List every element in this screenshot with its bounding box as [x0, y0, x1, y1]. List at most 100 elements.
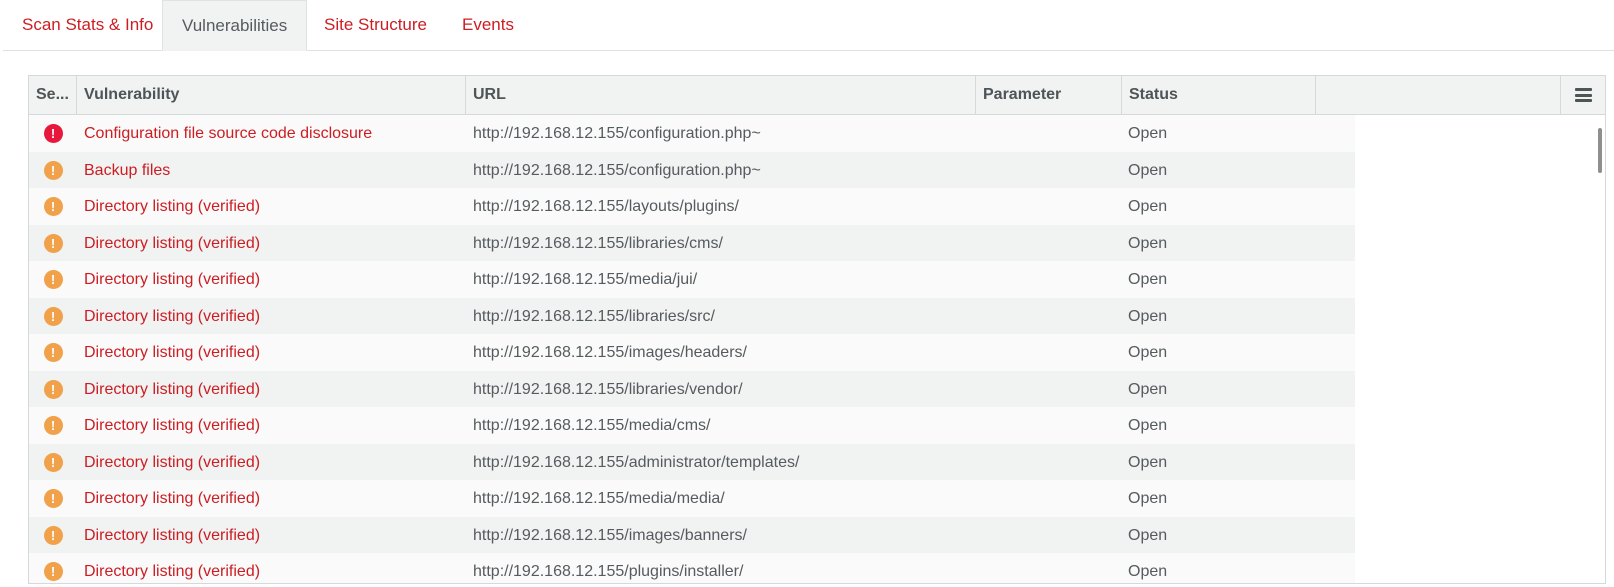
table-row[interactable]: ! Directory listing (verified) http://192.… — [29, 334, 1355, 372]
status-cell: Open — [1128, 417, 1168, 434]
status-cell: Open — [1128, 490, 1168, 507]
column-header-url[interactable]: URL — [466, 76, 976, 114]
severity-medium-icon: ! — [43, 379, 63, 399]
parameter-cell — [983, 480, 1123, 518]
parameter-cell — [983, 188, 1123, 226]
table-row[interactable]: ! Directory listing (verified) http://192.… — [29, 261, 1355, 299]
url-cell: http://192.168.12.155/libraries/vendor/ — [473, 380, 743, 398]
severity-medium-icon: ! — [43, 525, 63, 545]
severity-cell: ! — [29, 407, 77, 445]
vulnerability-link[interactable]: Directory listing (verified) — [84, 480, 464, 518]
parameter-cell — [983, 553, 1123, 583]
severity-cell: ! — [29, 152, 77, 190]
parameter-cell — [983, 334, 1123, 372]
table-row[interactable]: ! Directory listing (verified) http://192.… — [29, 516, 1355, 555]
parameter-cell — [983, 517, 1123, 555]
vulnerability-link[interactable]: Directory listing (verified) — [84, 444, 464, 482]
url-cell: http://192.168.12.155/plugins/installer/ — [473, 563, 744, 580]
column-header-vulnerability[interactable]: Vulnerability — [77, 76, 466, 114]
vulnerability-link[interactable]: Directory listing (verified) — [84, 553, 464, 583]
table-row[interactable]: ! Directory listing (verified) http://192.… — [29, 553, 1355, 583]
vulnerability-link[interactable]: Backup files — [84, 152, 464, 190]
vulnerability-link[interactable]: Directory listing (verified) — [84, 517, 464, 555]
severity-cell: ! — [29, 188, 77, 226]
table-row[interactable]: ! Directory listing (verified) http://192.… — [29, 407, 1355, 445]
tab-site-structure[interactable]: Site Structure — [305, 0, 446, 51]
vulnerability-link[interactable]: Directory listing (verified) — [84, 225, 464, 263]
vulnerability-link[interactable]: Directory listing (verified) — [84, 188, 464, 226]
severity-medium-icon: ! — [43, 160, 63, 180]
vulnerability-link[interactable]: Directory listing (verified) — [84, 298, 464, 336]
status-cell: Open — [1128, 198, 1168, 215]
table-row[interactable]: ! Directory listing (verified) http://192.… — [29, 224, 1355, 263]
severity-cell: ! — [29, 261, 77, 299]
column-header-status[interactable]: Status — [1122, 76, 1316, 114]
parameter-cell — [983, 115, 1123, 153]
status-cell: Open — [1128, 380, 1168, 398]
status-cell: Open — [1128, 526, 1168, 544]
url-cell: http://192.168.12.155/libraries/src/ — [473, 307, 715, 325]
tab-bar: Scan Stats & Info Vulnerabilities Site S… — [3, 0, 1614, 51]
parameter-cell — [983, 152, 1123, 190]
url-cell: http://192.168.12.155/libraries/cms/ — [473, 234, 723, 252]
status-cell: Open — [1128, 271, 1168, 288]
status-cell: Open — [1128, 234, 1168, 252]
url-cell: http://192.168.12.155/administrator/temp… — [473, 453, 800, 471]
tab-events[interactable]: Events — [443, 0, 533, 51]
severity-cell: ! — [29, 115, 77, 153]
parameter-cell — [983, 371, 1123, 409]
parameter-cell — [983, 225, 1123, 263]
parameter-cell — [983, 298, 1123, 336]
severity-medium-icon: ! — [43, 416, 63, 436]
url-cell: http://192.168.12.155/media/jui/ — [473, 271, 698, 288]
table-row[interactable]: ! Directory listing (verified) http://192.… — [29, 480, 1355, 518]
column-header-severity[interactable]: Se... — [29, 76, 77, 114]
vulnerability-link[interactable]: Directory listing (verified) — [84, 371, 464, 409]
tab-vulnerabilities[interactable]: Vulnerabilities — [162, 0, 308, 51]
severity-cell: ! — [29, 298, 77, 336]
table-row[interactable]: ! Backup files http://192.168.12.155/confi… — [29, 151, 1355, 190]
url-cell: http://192.168.12.155/images/headers/ — [473, 344, 747, 361]
url-cell: http://192.168.12.155/configuration.php~ — [473, 125, 761, 142]
table-row[interactable]: ! Directory listing (verified) http://192.… — [29, 188, 1355, 226]
url-cell: http://192.168.12.155/layouts/plugins/ — [473, 198, 739, 215]
vertical-scrollbar[interactable] — [1598, 128, 1602, 173]
vulnerability-link[interactable]: Directory listing (verified) — [84, 334, 464, 372]
status-cell: Open — [1128, 453, 1168, 471]
table-row[interactable]: ! Directory listing (verified) http://192.… — [29, 297, 1355, 336]
severity-medium-icon: ! — [43, 270, 63, 290]
severity-cell: ! — [29, 553, 77, 583]
parameter-cell — [983, 444, 1123, 482]
severity-medium-icon: ! — [43, 306, 63, 326]
status-cell: Open — [1128, 563, 1168, 580]
severity-cell: ! — [29, 225, 77, 263]
severity-cell: ! — [29, 444, 77, 482]
table-row[interactable]: ! Directory listing (verified) http://192.… — [29, 443, 1355, 482]
severity-medium-icon: ! — [43, 233, 63, 253]
url-cell: http://192.168.12.155/media/media/ — [473, 490, 725, 507]
table-header: Se... Vulnerability URL Parameter Status — [29, 76, 1605, 115]
table-body: ! Configuration file source code disclosu… — [29, 115, 1355, 583]
status-cell: Open — [1128, 344, 1168, 361]
column-menu-button[interactable] — [1560, 76, 1605, 114]
vulnerabilities-table: Se... Vulnerability URL Parameter Status… — [28, 75, 1606, 584]
severity-cell: ! — [29, 517, 77, 555]
column-header-parameter[interactable]: Parameter — [976, 76, 1122, 114]
table-row[interactable]: ! Directory listing (verified) http://192.… — [29, 370, 1355, 409]
url-cell: http://192.168.12.155/media/cms/ — [473, 417, 711, 434]
vulnerability-link[interactable]: Directory listing (verified) — [84, 261, 464, 299]
severity-medium-icon: ! — [43, 197, 63, 217]
severity-medium-icon: ! — [43, 452, 63, 472]
severity-cell: ! — [29, 334, 77, 372]
parameter-cell — [983, 407, 1123, 445]
severity-cell: ! — [29, 480, 77, 518]
table-row[interactable]: ! Configuration file source code disclosu… — [29, 115, 1355, 153]
severity-medium-icon: ! — [43, 489, 63, 509]
tab-scan-stats[interactable]: Scan Stats & Info — [3, 0, 172, 51]
status-cell: Open — [1128, 307, 1168, 325]
vulnerability-link[interactable]: Directory listing (verified) — [84, 407, 464, 445]
url-cell: http://192.168.12.155/configuration.php~ — [473, 161, 761, 179]
status-cell: Open — [1128, 125, 1168, 142]
vulnerability-link[interactable]: Configuration file source code disclosur… — [84, 115, 464, 153]
severity-high-icon: ! — [43, 124, 63, 144]
